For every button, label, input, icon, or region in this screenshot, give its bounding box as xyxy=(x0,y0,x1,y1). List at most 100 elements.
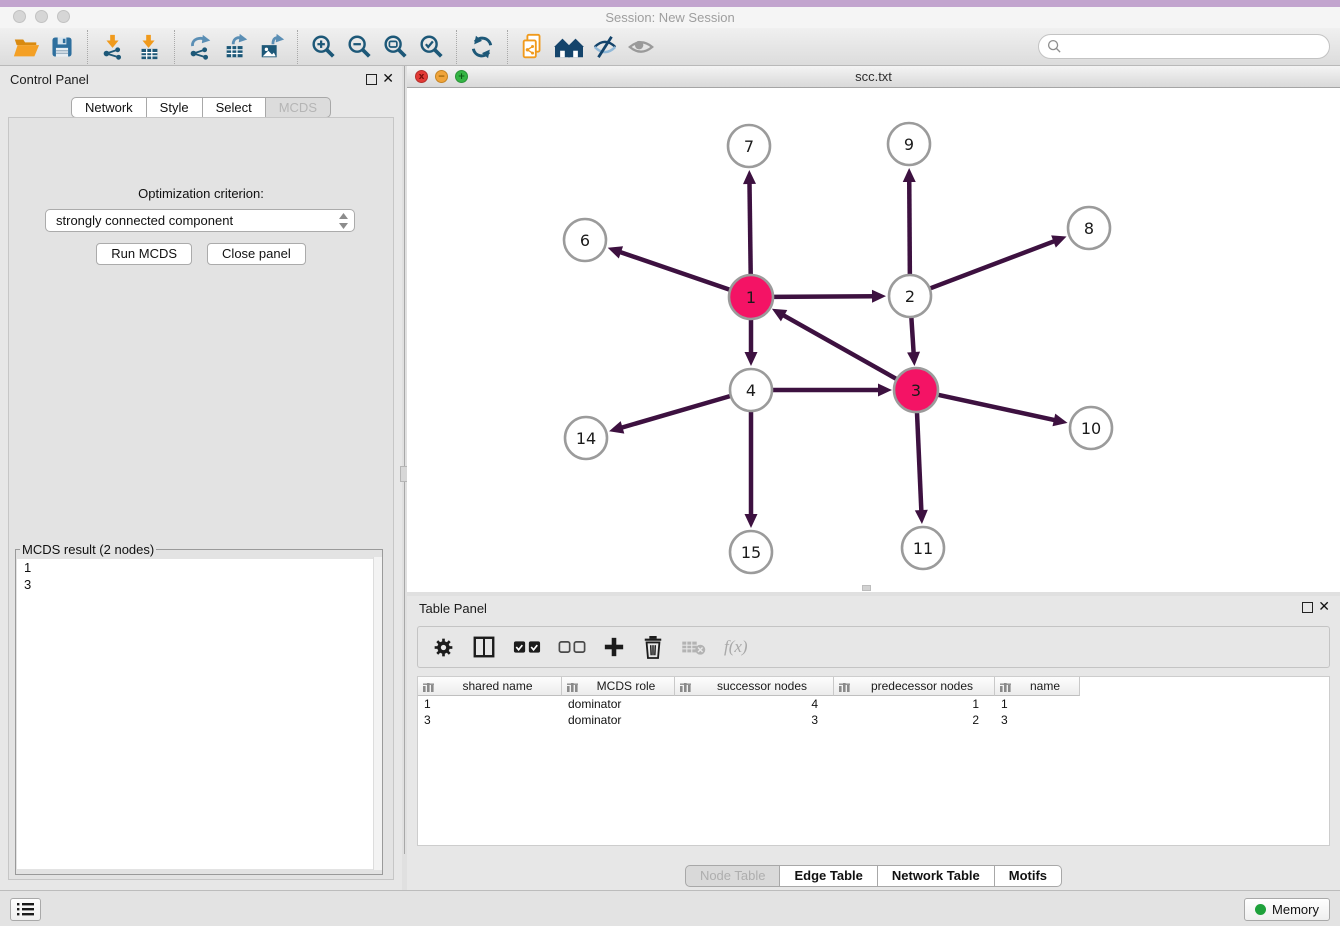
graph-arrowhead-3-10 xyxy=(1052,414,1067,427)
result-line: 3 xyxy=(17,576,381,593)
cytoscape-app: Session: New Session Control Panel xyxy=(0,0,1340,926)
main-titlebar: Session: New Session xyxy=(0,7,1340,28)
graph-arrowhead-1-6 xyxy=(608,246,623,258)
zoom-fit-icon[interactable] xyxy=(377,30,413,64)
table-float-icon[interactable] xyxy=(1302,602,1313,613)
graph-node-label-1: 1 xyxy=(746,288,756,307)
function-builder-icon[interactable]: f(x) xyxy=(724,637,748,657)
close-panel-button[interactable]: Close panel xyxy=(207,243,306,265)
graph-node-label-8: 8 xyxy=(1084,219,1094,238)
graph-edge-1-2 xyxy=(773,296,875,297)
delete-column-icon[interactable] xyxy=(642,635,664,659)
result-scrollbar[interactable] xyxy=(373,557,382,870)
cell-predecessor-nodes[interactable]: 1 xyxy=(834,696,995,712)
memory-button[interactable]: Memory xyxy=(1244,898,1330,921)
tab-node-table[interactable]: Node Table xyxy=(685,865,781,887)
add-column-icon[interactable] xyxy=(603,636,625,658)
column-header-predecessor-nodes[interactable]: predecessor nodes xyxy=(834,677,995,696)
column-header-shared-name[interactable]: shared name xyxy=(418,677,562,696)
first-neighbors-icon[interactable] xyxy=(551,30,587,64)
graph-edge-3-11 xyxy=(917,412,921,513)
settings-icon[interactable] xyxy=(432,636,455,659)
node-table[interactable]: shared nameMCDS rolesuccessor nodesprede… xyxy=(417,676,1330,846)
graph-arrowhead-1-7 xyxy=(743,170,756,184)
open-session-icon[interactable] xyxy=(8,30,44,64)
graph-arrowhead-3-11 xyxy=(915,510,928,524)
column-sort-icon xyxy=(839,681,850,692)
column-header-successor-nodes[interactable]: successor nodes xyxy=(675,677,834,696)
search-input[interactable] xyxy=(1067,37,1329,57)
save-session-icon[interactable] xyxy=(44,30,80,64)
close-panel-icon[interactable]: ✕ xyxy=(382,74,394,85)
cell-name[interactable]: 1 xyxy=(995,696,1080,712)
network-graph: 1234678910111415 xyxy=(407,88,1340,592)
tab-motifs[interactable]: Motifs xyxy=(995,865,1062,887)
select-all-icon[interactable] xyxy=(513,640,541,654)
network-canvas[interactable]: 1234678910111415 xyxy=(407,88,1340,592)
graph-edge-1-6 xyxy=(618,251,730,289)
optimization-criterion-select[interactable]: strongly connected component xyxy=(45,209,355,232)
import-table-icon[interactable] xyxy=(131,30,167,64)
cell-predecessor-nodes[interactable]: 2 xyxy=(834,712,995,728)
graph-edge-4-14 xyxy=(620,396,731,428)
control-panel-tabs: NetworkStyleSelectMCDS xyxy=(0,97,402,118)
import-network-icon[interactable] xyxy=(95,30,131,64)
export-image-icon[interactable] xyxy=(254,30,290,64)
tab-style[interactable]: Style xyxy=(147,97,203,118)
control-panel-title: Control Panel xyxy=(10,72,89,87)
table-row[interactable]: 3dominator323 xyxy=(418,712,1329,728)
export-table-icon[interactable] xyxy=(218,30,254,64)
mcds-result-group: MCDS result (2 nodes) 13 xyxy=(15,542,383,875)
graph-arrowhead-4-3 xyxy=(878,384,892,397)
control-panel: Control Panel ✕ NetworkStyleSelectMCDS O… xyxy=(0,66,402,890)
graph-arrowhead-1-2 xyxy=(872,290,886,303)
cell-MCDS-role[interactable]: dominator xyxy=(562,696,675,712)
tab-network-table[interactable]: Network Table xyxy=(878,865,995,887)
tab-select[interactable]: Select xyxy=(203,97,266,118)
select-stepper-icon xyxy=(339,213,348,229)
search-icon xyxy=(1047,39,1062,54)
clone-network-icon[interactable] xyxy=(515,30,551,64)
cell-successor-nodes[interactable]: 4 xyxy=(675,696,834,712)
float-panel-icon[interactable] xyxy=(366,74,377,85)
delete-table-icon[interactable] xyxy=(681,638,707,656)
export-network-icon[interactable] xyxy=(182,30,218,64)
deselect-all-icon[interactable] xyxy=(558,640,586,654)
hide-selected-icon[interactable] xyxy=(587,30,623,64)
cell-shared-name[interactable]: 3 xyxy=(418,712,562,728)
mcds-result-legend: MCDS result (2 nodes) xyxy=(20,542,156,557)
apply-layout-icon[interactable] xyxy=(464,30,500,64)
zoom-selected-icon[interactable] xyxy=(413,30,449,64)
toggle-panes-icon[interactable] xyxy=(472,635,496,659)
cell-name[interactable]: 3 xyxy=(995,712,1080,728)
graph-node-label-11: 11 xyxy=(913,539,933,558)
zoom-in-icon[interactable] xyxy=(305,30,341,64)
tab-mcds[interactable]: MCDS xyxy=(266,97,331,118)
table-close-icon[interactable]: ✕ xyxy=(1318,602,1330,613)
table-row[interactable]: 1dominator411 xyxy=(418,696,1329,712)
cell-MCDS-role[interactable]: dominator xyxy=(562,712,675,728)
cell-shared-name[interactable]: 1 xyxy=(418,696,562,712)
graph-node-label-9: 9 xyxy=(904,135,914,154)
graph-arrowhead-2-3 xyxy=(907,352,920,366)
task-list-icon xyxy=(17,903,34,916)
status-bar: Memory xyxy=(0,890,1340,926)
zoom-out-icon[interactable] xyxy=(341,30,377,64)
column-header-MCDS-role[interactable]: MCDS role xyxy=(562,677,675,696)
task-history-button[interactable] xyxy=(10,898,41,921)
optimization-criterion-label: Optimization criterion: xyxy=(9,186,393,201)
mcds-result-text[interactable]: 13 xyxy=(17,559,381,869)
canvas-scroll-handle[interactable] xyxy=(862,585,871,591)
column-header-name[interactable]: name xyxy=(995,677,1080,696)
column-sort-icon xyxy=(567,681,578,692)
show-all-icon[interactable] xyxy=(623,30,659,64)
tab-edge-table[interactable]: Edge Table xyxy=(780,865,877,887)
table-panel: Table Panel ✕ f(x) shared nameMCDS roles… xyxy=(407,596,1340,890)
network-titlebar[interactable]: x − + scc.txt xyxy=(407,66,1340,88)
run-mcds-button[interactable]: Run MCDS xyxy=(96,243,192,265)
table-tabs: Node TableEdge TableNetwork TableMotifs xyxy=(407,865,1340,887)
memory-label: Memory xyxy=(1272,902,1319,917)
graph-edge-2-3 xyxy=(911,317,913,355)
tab-network[interactable]: Network xyxy=(71,97,147,118)
cell-successor-nodes[interactable]: 3 xyxy=(675,712,834,728)
